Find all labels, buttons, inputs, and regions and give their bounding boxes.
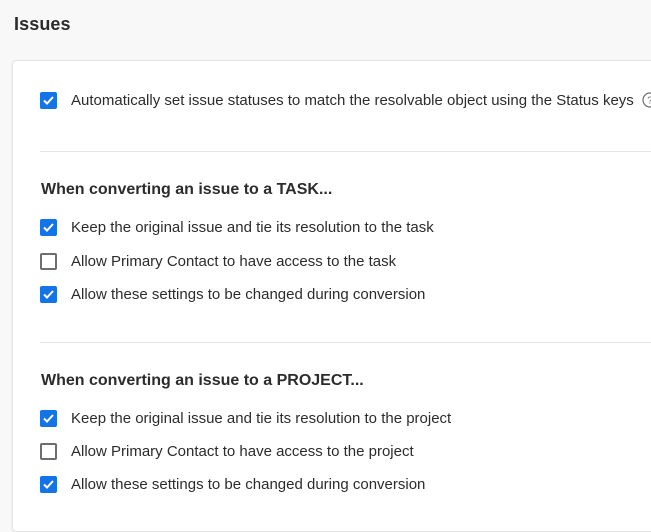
task-primary-contact-checkbox[interactable] — [40, 252, 57, 270]
checkmark-icon — [43, 413, 54, 423]
task-keep-issue-checkbox[interactable] — [40, 218, 57, 236]
checkmark-icon — [43, 95, 54, 105]
task-section-heading: When converting an issue to a TASK... — [41, 181, 333, 198]
section-divider — [40, 151, 651, 152]
auto-status-checkbox[interactable] — [40, 91, 57, 109]
project-keep-issue-label: Keep the original issue and tie its reso… — [71, 409, 452, 427]
question-circle-icon[interactable]: ? — [642, 92, 651, 108]
checkmark-icon — [43, 479, 54, 489]
project-option-keep-issue[interactable]: Keep the original issue and tie its reso… — [40, 406, 451, 430]
task-primary-contact-label: Allow Primary Contact to have access to … — [71, 252, 397, 270]
project-keep-issue-checkbox[interactable] — [40, 409, 57, 427]
project-primary-contact-checkbox[interactable] — [40, 442, 57, 460]
project-primary-contact-label: Allow Primary Contact to have access to … — [71, 442, 414, 460]
project-allow-change-label: Allow these settings to be changed durin… — [71, 475, 426, 493]
checkmark-icon — [43, 289, 54, 299]
page-title: Issues — [14, 14, 71, 34]
task-keep-issue-label: Keep the original issue and tie its reso… — [71, 218, 434, 236]
auto-status-option[interactable]: Automatically set issue statuses to matc… — [40, 88, 651, 112]
checkmark-icon — [43, 222, 54, 232]
project-allow-change-checkbox[interactable] — [40, 475, 57, 493]
auto-status-label: Automatically set issue statuses to matc… — [71, 91, 634, 109]
project-option-allow-change[interactable]: Allow these settings to be changed durin… — [40, 472, 425, 496]
task-option-allow-change[interactable]: Allow these settings to be changed durin… — [40, 282, 425, 306]
project-section-heading: When converting an issue to a PROJECT... — [41, 372, 364, 389]
svg-text:?: ? — [647, 96, 651, 107]
task-option-keep-issue[interactable]: Keep the original issue and tie its reso… — [40, 215, 434, 239]
project-option-primary-contact[interactable]: Allow Primary Contact to have access to … — [40, 439, 414, 463]
section-divider — [40, 342, 651, 343]
task-allow-change-label: Allow these settings to be changed durin… — [71, 285, 426, 303]
task-allow-change-checkbox[interactable] — [40, 285, 57, 303]
task-option-primary-contact[interactable]: Allow Primary Contact to have access to … — [40, 249, 396, 273]
